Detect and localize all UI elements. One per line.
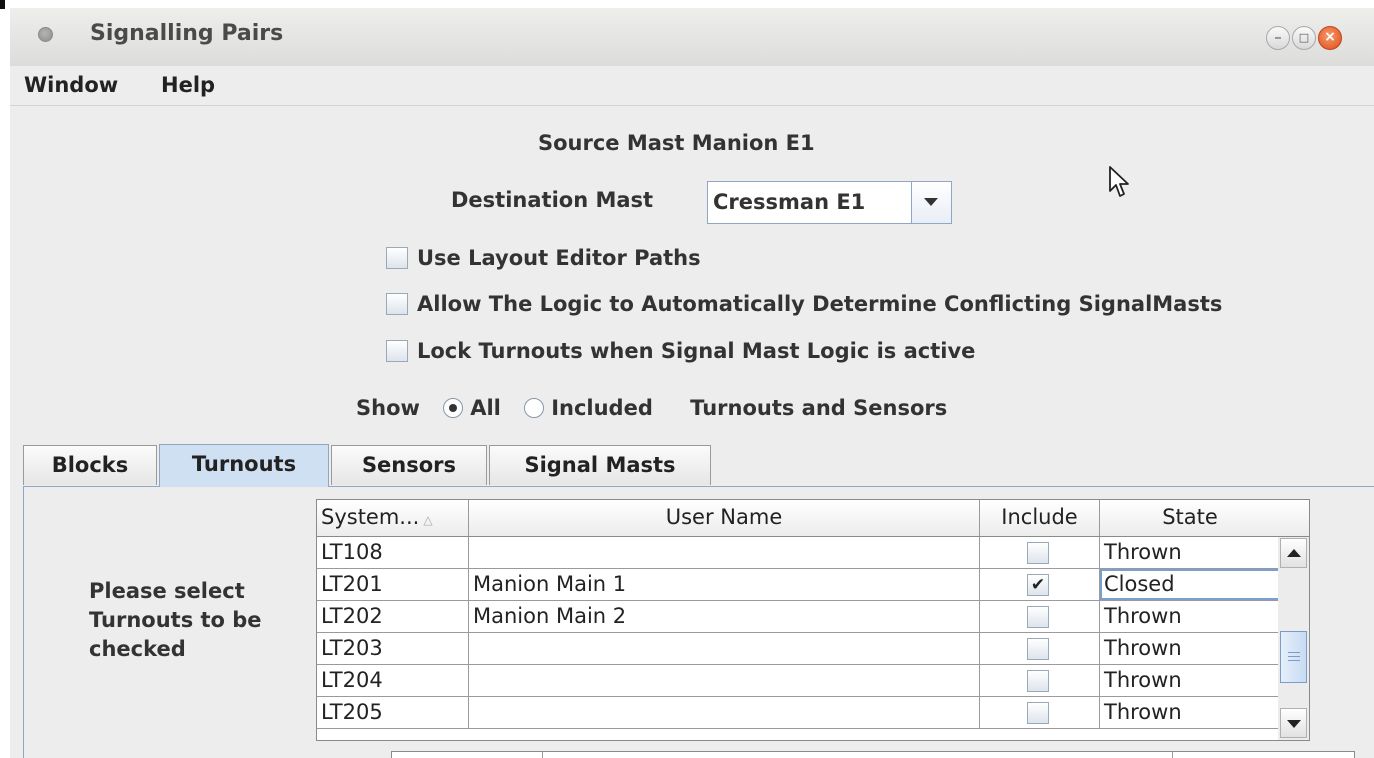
lock-turnouts-label: Lock Turnouts when Signal Mast Logic is … bbox=[417, 339, 976, 363]
include-checkbox[interactable] bbox=[1027, 702, 1049, 724]
table-row[interactable]: LT205 Thrown bbox=[317, 697, 1278, 729]
cell-user-name[interactable] bbox=[469, 537, 980, 568]
lock-turnouts-checkbox[interactable] bbox=[386, 340, 408, 362]
column-divider bbox=[542, 752, 543, 758]
table-row[interactable]: LT204 Thrown bbox=[317, 665, 1278, 697]
cell-system: LT201 bbox=[317, 569, 469, 600]
cell-include bbox=[980, 601, 1100, 632]
secondary-table bbox=[391, 751, 1355, 758]
show-all-label[interactable]: All bbox=[470, 396, 501, 420]
include-checkbox[interactable] bbox=[1027, 670, 1049, 692]
signalling-pairs-window: Signalling Pairs – □ × Window Help Sourc… bbox=[10, 8, 1374, 758]
grip-icon bbox=[1288, 652, 1300, 661]
table-row[interactable]: LT202 Manion Main 2 Thrown bbox=[317, 601, 1278, 633]
include-checkbox[interactable] bbox=[1027, 606, 1049, 628]
cell-user-name[interactable] bbox=[469, 665, 980, 696]
column-header-user-name[interactable]: User Name bbox=[469, 500, 980, 536]
table-row[interactable]: LT201 Manion Main 1 ✔ Closed bbox=[317, 569, 1278, 601]
tab-turnouts[interactable]: Turnouts bbox=[159, 444, 329, 487]
table-row[interactable]: LT108 Thrown bbox=[317, 537, 1278, 569]
prompt-line: checked bbox=[89, 637, 186, 661]
destination-dropdown-button[interactable] bbox=[911, 182, 951, 223]
menu-bar: Window Help bbox=[10, 66, 1374, 106]
auto-conflicting-masts-checkbox[interactable] bbox=[386, 293, 408, 315]
maximize-button[interactable]: □ bbox=[1292, 26, 1316, 50]
tab-sensors[interactable]: Sensors bbox=[331, 445, 487, 485]
show-suffix-label: Turnouts and Sensors bbox=[690, 396, 948, 420]
cell-state[interactable]: Closed bbox=[1100, 569, 1278, 600]
title-bar[interactable]: Signalling Pairs – □ × bbox=[10, 8, 1374, 66]
scrollbar-corner bbox=[1278, 500, 1309, 537]
chevron-down-icon bbox=[924, 198, 938, 206]
window-menu-icon[interactable] bbox=[38, 27, 53, 42]
include-checkbox[interactable] bbox=[1027, 542, 1049, 564]
destination-mast-label: Destination Mast bbox=[451, 188, 654, 212]
cell-state[interactable]: Thrown bbox=[1100, 601, 1278, 632]
cell-state[interactable]: Thrown bbox=[1100, 537, 1278, 568]
column-header-state[interactable]: State bbox=[1100, 500, 1278, 536]
show-included-radio[interactable] bbox=[524, 398, 545, 418]
auto-conflicting-masts-option[interactable]: Allow The Logic to Automatically Determi… bbox=[386, 292, 1222, 316]
destination-mast-value: Cressman E1 bbox=[713, 190, 866, 214]
cell-state[interactable]: Thrown bbox=[1100, 665, 1278, 696]
screen-corner bbox=[0, 0, 5, 9]
show-included-label[interactable]: Included bbox=[551, 396, 653, 420]
source-mast-label: Source Mast Manion E1 bbox=[538, 131, 815, 155]
cell-system: LT205 bbox=[317, 697, 469, 728]
menu-window[interactable]: Window bbox=[24, 73, 118, 97]
cell-include bbox=[980, 537, 1100, 568]
cell-system: LT108 bbox=[317, 537, 469, 568]
cell-user-name[interactable]: Manion Main 2 bbox=[469, 601, 980, 632]
auto-conflicting-masts-label: Allow The Logic to Automatically Determi… bbox=[417, 292, 1223, 316]
tab-signal-masts[interactable]: Signal Masts bbox=[489, 445, 711, 485]
cell-user-name[interactable] bbox=[469, 633, 980, 664]
column-divider bbox=[1172, 752, 1173, 758]
minimize-button[interactable]: – bbox=[1266, 26, 1290, 50]
scroll-thumb[interactable] bbox=[1280, 631, 1307, 683]
turnouts-table: System... △ User Name Include State LT108… bbox=[316, 499, 1279, 741]
mouse-pointer-icon bbox=[1109, 166, 1129, 197]
prompt-line: Please select bbox=[89, 579, 245, 603]
use-layout-editor-paths-option[interactable]: Use Layout Editor Paths bbox=[386, 246, 701, 270]
show-all-radio[interactable] bbox=[443, 398, 464, 418]
close-button[interactable]: × bbox=[1318, 26, 1342, 50]
scroll-down-button[interactable] bbox=[1280, 708, 1307, 738]
cell-include: ✔ bbox=[980, 569, 1100, 600]
column-header-system-label: System... bbox=[321, 505, 420, 529]
prompt-line: Turnouts to be bbox=[89, 608, 262, 632]
window-title: Signalling Pairs bbox=[90, 21, 284, 46]
cell-state[interactable]: Thrown bbox=[1100, 697, 1278, 728]
show-label: Show bbox=[356, 396, 420, 420]
cell-state[interactable]: Thrown bbox=[1100, 633, 1278, 664]
tab-blocks[interactable]: Blocks bbox=[23, 445, 157, 485]
include-checkbox[interactable] bbox=[1027, 638, 1049, 660]
table-header: System... △ User Name Include State bbox=[317, 500, 1278, 537]
cell-system: LT204 bbox=[317, 665, 469, 696]
use-layout-editor-paths-label: Use Layout Editor Paths bbox=[417, 246, 701, 270]
use-layout-editor-paths-checkbox[interactable] bbox=[386, 247, 408, 269]
column-header-include[interactable]: Include bbox=[980, 500, 1100, 536]
table-vertical-scrollbar[interactable] bbox=[1278, 499, 1310, 741]
include-checkbox[interactable]: ✔ bbox=[1027, 574, 1049, 596]
lock-turnouts-option[interactable]: Lock Turnouts when Signal Mast Logic is … bbox=[386, 339, 975, 363]
sort-ascending-icon: △ bbox=[423, 513, 433, 527]
column-header-system[interactable]: System... △ bbox=[317, 500, 469, 536]
menu-help[interactable]: Help bbox=[161, 73, 215, 97]
destination-mast-select[interactable]: Cressman E1 bbox=[707, 181, 952, 224]
cell-include bbox=[980, 697, 1100, 728]
show-filter-row: Show All Included Turnouts and Sensors bbox=[356, 396, 947, 420]
turnouts-prompt: Please select Turnouts to be checked bbox=[89, 577, 262, 664]
cell-system: LT203 bbox=[317, 633, 469, 664]
cell-include bbox=[980, 665, 1100, 696]
table-row[interactable]: LT203 Thrown bbox=[317, 633, 1278, 665]
cell-user-name[interactable] bbox=[469, 697, 980, 728]
cell-system: LT202 bbox=[317, 601, 469, 632]
cell-include bbox=[980, 633, 1100, 664]
cell-user-name[interactable]: Manion Main 1 bbox=[469, 569, 980, 600]
scroll-up-button[interactable] bbox=[1280, 538, 1307, 568]
